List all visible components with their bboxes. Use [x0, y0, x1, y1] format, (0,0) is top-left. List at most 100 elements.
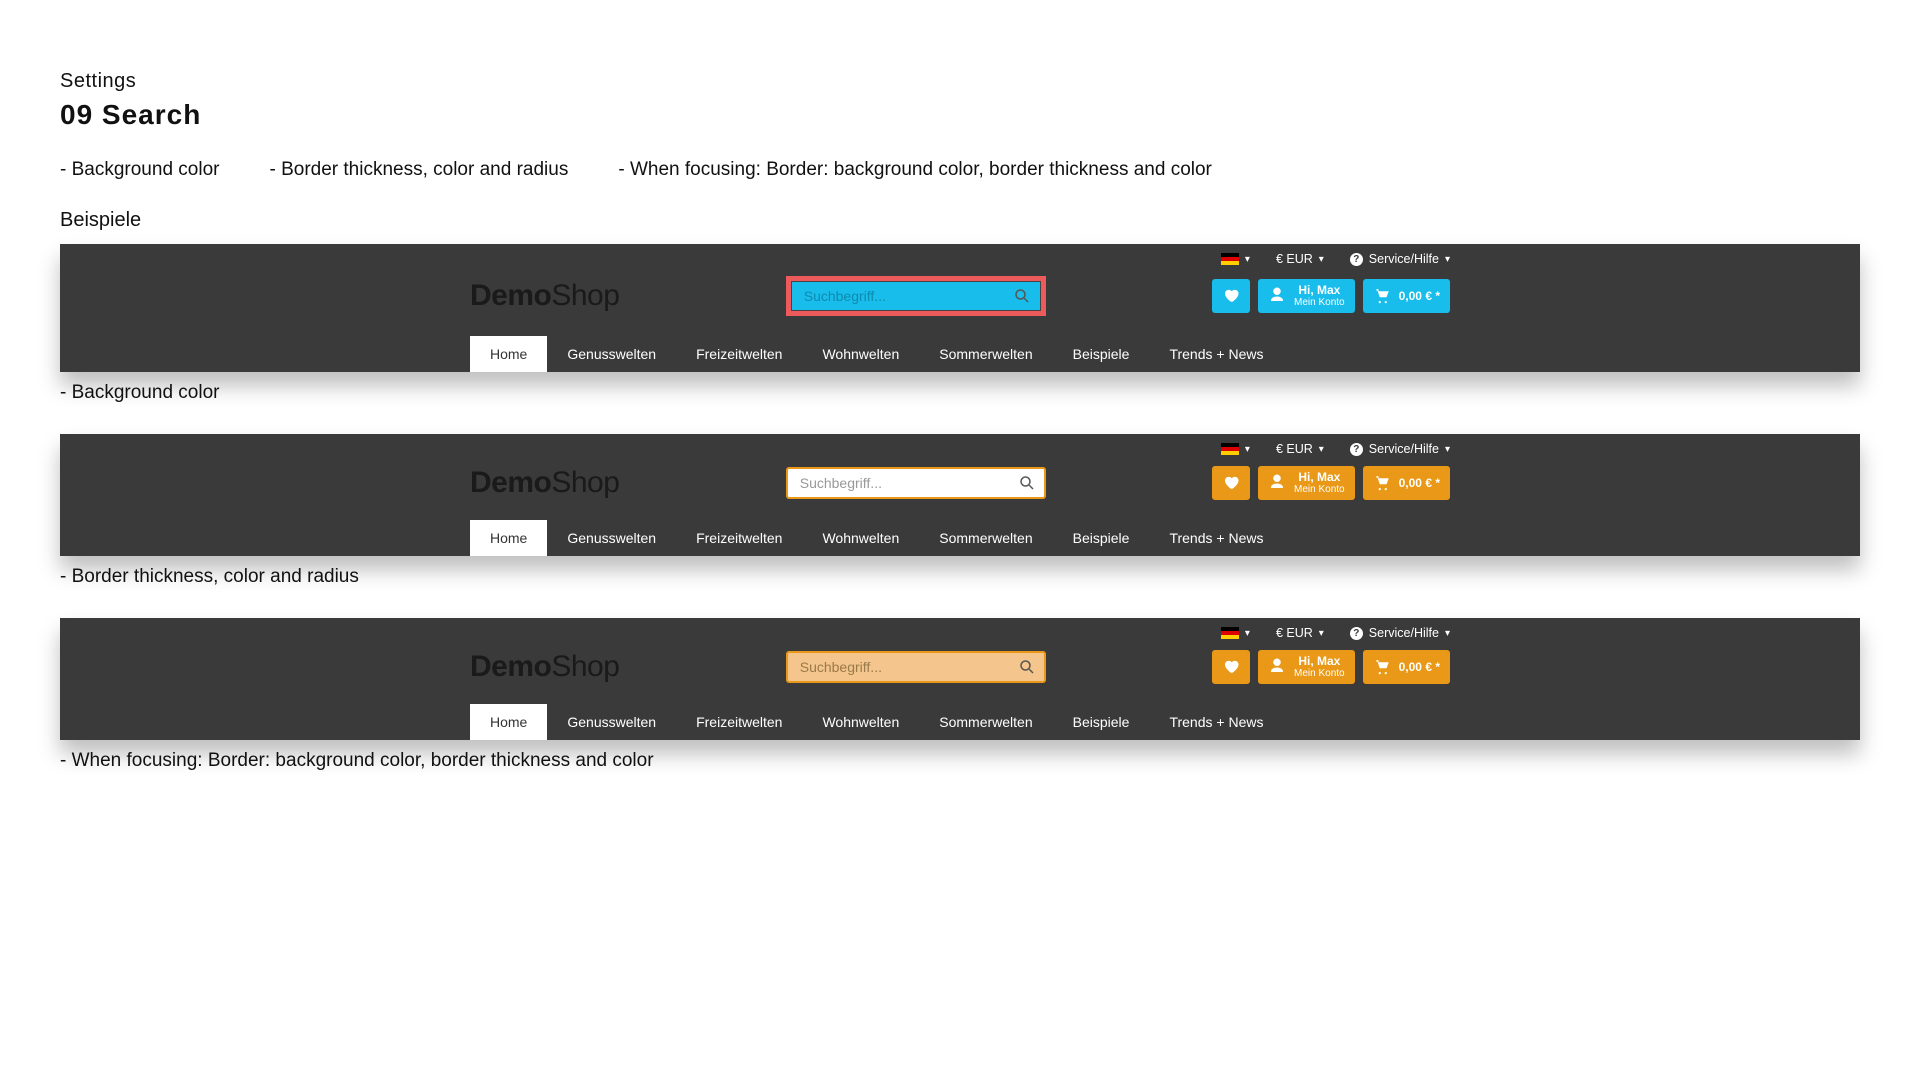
search-input[interactable] [791, 281, 1041, 311]
example-header-1: ▾ € EUR ▾? Service/Hilfe ▾ DemoShop Hi, MaxMei… [60, 244, 1860, 372]
desc-focus: - When focusing: Border: background colo… [618, 159, 1212, 181]
wishlist-button[interactable] [1212, 279, 1250, 313]
language-selector[interactable]: ▾ [1221, 627, 1250, 639]
chevron-down-icon: ▾ [1319, 254, 1324, 265]
cart-button[interactable]: 0,00 € * [1363, 279, 1450, 313]
page-title: 09 Search [60, 99, 1860, 131]
service-help[interactable]: ? Service/Hilfe ▾ [1350, 442, 1450, 456]
nav-item[interactable]: Beispiele [1053, 704, 1150, 740]
account-button[interactable]: Hi, MaxMein Konto [1258, 466, 1355, 500]
account-sub: Mein Konto [1294, 297, 1345, 308]
search-container [786, 651, 1046, 683]
wishlist-button[interactable] [1212, 650, 1250, 684]
flag-de-icon [1221, 627, 1239, 639]
cart-button[interactable]: 0,00 € * [1363, 650, 1450, 684]
nav-item[interactable]: Trends + News [1149, 336, 1283, 372]
currency-selector[interactable]: € EUR ▾ [1276, 442, 1324, 456]
search-icon[interactable] [1018, 474, 1036, 492]
account-sub: Mein Konto [1294, 484, 1345, 495]
service-help[interactable]: ? Service/Hilfe ▾ [1350, 252, 1450, 266]
nav-item[interactable]: Home [470, 336, 547, 372]
cart-button[interactable]: 0,00 € * [1363, 466, 1450, 500]
nav-item[interactable]: Wohnwelten [802, 336, 919, 372]
currency-label: € EUR [1276, 252, 1313, 266]
language-selector[interactable]: ▾ [1221, 253, 1250, 265]
nav-item[interactable]: Sommerwelten [919, 520, 1052, 556]
breadcrumb: Settings [60, 70, 1860, 93]
desc-border: - Border thickness, color and radius [269, 159, 568, 181]
nav-item[interactable]: Sommerwelten [919, 704, 1052, 740]
cart-total: 0,00 € * [1399, 477, 1440, 490]
search-icon[interactable] [1013, 287, 1031, 305]
nav-item[interactable]: Genusswelten [547, 704, 676, 740]
search-icon[interactable] [1018, 658, 1036, 676]
chevron-down-icon: ▾ [1445, 444, 1450, 455]
nav-item[interactable]: Wohnwelten [802, 520, 919, 556]
search-input[interactable] [786, 467, 1046, 499]
user-icon [1268, 473, 1286, 494]
wishlist-button[interactable] [1212, 466, 1250, 500]
nav-item[interactable]: Trends + News [1149, 704, 1283, 740]
example-caption: - Background color [60, 382, 1860, 404]
nav-item[interactable]: Beispiele [1053, 520, 1150, 556]
heart-icon [1222, 286, 1240, 307]
heart-icon [1222, 657, 1240, 678]
service-label: Service/Hilfe [1369, 442, 1439, 456]
cart-icon [1373, 286, 1391, 307]
desc-background: - Background color [60, 159, 219, 181]
cart-icon [1373, 473, 1391, 494]
nav-item[interactable]: Genusswelten [547, 336, 676, 372]
user-icon [1268, 657, 1286, 678]
nav-item[interactable]: Freizeitwelten [676, 520, 802, 556]
chevron-down-icon: ▾ [1319, 444, 1324, 455]
chevron-down-icon: ▾ [1445, 628, 1450, 639]
example-header-2: ▾ € EUR ▾? Service/Hilfe ▾ DemoShop Hi, MaxMei… [60, 434, 1860, 556]
nav-item[interactable]: Home [470, 704, 547, 740]
nav-item[interactable]: Wohnwelten [802, 704, 919, 740]
account-button[interactable]: Hi, MaxMein Konto [1258, 650, 1355, 684]
nav-item[interactable]: Freizeitwelten [676, 336, 802, 372]
example-caption: - When focusing: Border: background colo… [60, 750, 1860, 772]
account-greeting: Hi, Max [1298, 471, 1340, 484]
example-caption: - Border thickness, color and radius [60, 566, 1860, 588]
chevron-down-icon: ▾ [1445, 254, 1450, 265]
chevron-down-icon: ▾ [1245, 444, 1250, 455]
flag-de-icon [1221, 443, 1239, 455]
nav-item[interactable]: Beispiele [1053, 336, 1150, 372]
currency-selector[interactable]: € EUR ▾ [1276, 252, 1324, 266]
service-label: Service/Hilfe [1369, 252, 1439, 266]
cart-total: 0,00 € * [1399, 290, 1440, 303]
account-greeting: Hi, Max [1298, 655, 1340, 668]
shop-logo[interactable]: DemoShop [470, 466, 619, 500]
main-nav: HomeGenussweltenFreizeitweltenWohnwelten… [470, 704, 1450, 740]
language-selector[interactable]: ▾ [1221, 443, 1250, 455]
account-sub: Mein Konto [1294, 668, 1345, 679]
main-nav: HomeGenussweltenFreizeitweltenWohnwelten… [470, 520, 1450, 556]
example-header-3: ▾€ EUR▾?Service/Hilfe▾DemoShopHi, MaxMei… [60, 618, 1860, 740]
cart-total: 0,00 € * [1399, 661, 1440, 674]
currency-label: € EUR [1276, 626, 1313, 640]
heart-icon [1222, 473, 1240, 494]
account-button[interactable]: Hi, MaxMein Konto [1258, 279, 1355, 313]
nav-item[interactable]: Freizeitwelten [676, 704, 802, 740]
search-container [786, 467, 1046, 499]
shop-logo[interactable]: DemoShop [470, 279, 619, 313]
examples-heading: Beispiele [60, 209, 1860, 232]
user-icon [1268, 286, 1286, 307]
cart-icon [1373, 657, 1391, 678]
chevron-down-icon: ▾ [1245, 628, 1250, 639]
nav-item[interactable]: Genusswelten [547, 520, 676, 556]
flag-de-icon [1221, 253, 1239, 265]
search-container [786, 276, 1046, 316]
question-icon: ? [1350, 253, 1363, 266]
service-label: Service/Hilfe [1369, 626, 1439, 640]
currency-selector[interactable]: € EUR▾ [1276, 626, 1324, 640]
nav-item[interactable]: Home [470, 520, 547, 556]
nav-item[interactable]: Sommerwelten [919, 336, 1052, 372]
question-icon: ? [1350, 443, 1363, 456]
currency-label: € EUR [1276, 442, 1313, 456]
search-input[interactable] [786, 651, 1046, 683]
service-help[interactable]: ?Service/Hilfe▾ [1350, 626, 1450, 640]
shop-logo[interactable]: DemoShop [470, 650, 619, 684]
nav-item[interactable]: Trends + News [1149, 520, 1283, 556]
